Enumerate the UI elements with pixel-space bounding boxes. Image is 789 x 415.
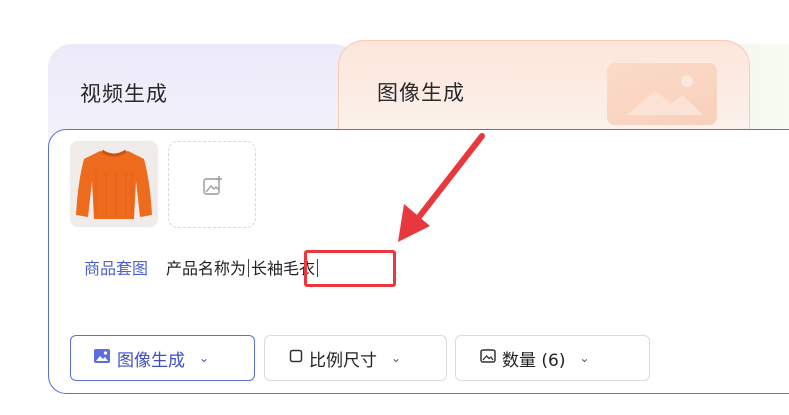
product-thumbnail[interactable] <box>70 141 158 227</box>
ratio-select-button[interactable]: 比例尺寸 ⌄ <box>264 335 447 381</box>
add-image-icon <box>202 175 224 201</box>
count-select-label: 数量 (6) <box>502 350 566 371</box>
template-tag-link[interactable]: 商品套图 <box>84 259 148 278</box>
prompt-editor[interactable]: 商品套图 产品名称为 长袖毛衣 <box>84 258 320 280</box>
ratio-select-label: 比例尺寸 <box>309 350 377 371</box>
tab-image-label: 图像生成 <box>377 81 465 105</box>
annotation-arrow-icon <box>398 133 485 242</box>
mode-select-button[interactable]: 图像生成 ⌄ <box>70 335 255 381</box>
square-icon <box>289 348 303 368</box>
landscape-illustration-icon <box>607 63 717 125</box>
chevron-down-icon: ⌄ <box>579 351 590 365</box>
add-image-slot[interactable] <box>168 141 256 228</box>
chevron-down-icon: ⌄ <box>199 351 210 365</box>
prompt-prefix-text: 产品名称为 <box>166 259 247 278</box>
image-icon <box>93 348 111 369</box>
highlight-box <box>304 250 396 287</box>
chevron-down-icon: ⌄ <box>391 351 402 365</box>
tab-video-label: 视频生成 <box>80 82 168 106</box>
text-cursor <box>248 259 250 277</box>
count-select-button[interactable]: 数量 (6) ⌄ <box>455 335 650 381</box>
image-outline-icon <box>480 348 496 368</box>
sweater-image <box>70 141 158 227</box>
mode-select-label: 图像生成 <box>117 350 185 371</box>
